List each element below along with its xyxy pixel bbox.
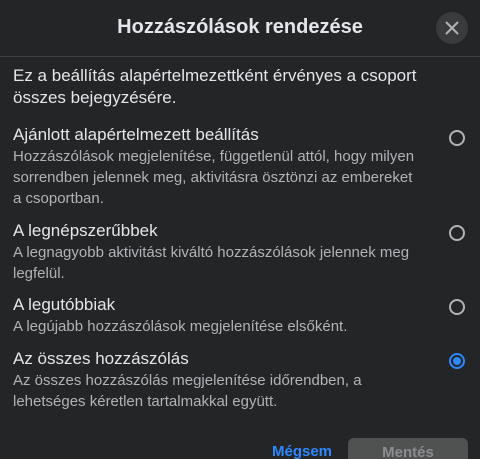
sort-comments-dialog: Hozzászólások rendezése Ez a beállítás a… bbox=[0, 0, 480, 459]
radio-recommended[interactable] bbox=[449, 130, 465, 146]
radio-selected-dot bbox=[453, 357, 461, 365]
option-all-comments[interactable]: Az összes hozzászólás Az összes hozzászó… bbox=[13, 348, 473, 412]
option-most-popular[interactable]: A legnépszerűbbek A legnagyobb aktivitás… bbox=[13, 220, 473, 284]
dialog-title: Hozzászólások rendezése bbox=[117, 15, 363, 38]
option-title: A legnépszerűbbek bbox=[13, 221, 158, 240]
close-button[interactable] bbox=[436, 12, 468, 44]
option-title: A legutóbbiak bbox=[13, 295, 116, 314]
close-icon bbox=[445, 21, 459, 35]
option-description: A legújabb hozzászólások megjelenítése e… bbox=[13, 318, 348, 335]
option-newest[interactable]: A legutóbbiak A legújabb hozzászólások m… bbox=[13, 294, 473, 337]
option-title: Ajánlott alapértelmezett beállítás bbox=[13, 125, 259, 144]
option-description: Hozzászólások megjelenítése, függetlenül… bbox=[13, 148, 415, 207]
radio-most-popular[interactable] bbox=[449, 225, 465, 241]
option-description: Az összes hozzászólás megjelenítése időr… bbox=[13, 372, 362, 410]
dialog-footer: Mégsem Mentés bbox=[0, 430, 480, 459]
option-description: A legnagyobb aktivitást kiváltó hozzászó… bbox=[13, 244, 410, 282]
dialog-intro: Ez a beállítás alapértelmezettként érvén… bbox=[13, 66, 417, 107]
radio-newest[interactable] bbox=[449, 299, 465, 315]
option-title: Az összes hozzászólás bbox=[13, 349, 189, 368]
cancel-button[interactable]: Mégsem bbox=[272, 443, 332, 459]
dialog-header: Hozzászólások rendezése bbox=[0, 0, 480, 57]
option-recommended[interactable]: Ajánlott alapértelmezett beállítás Hozzá… bbox=[13, 124, 473, 209]
radio-all-comments[interactable] bbox=[449, 353, 465, 369]
save-button[interactable]: Mentés bbox=[348, 438, 468, 459]
